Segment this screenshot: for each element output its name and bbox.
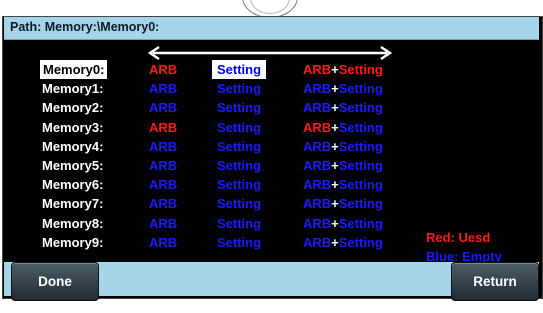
combo-plus-label: + <box>331 138 339 154</box>
combo-setting-label: Setting <box>338 177 383 193</box>
memory-row[interactable]: Memory3: ARB Setting ARB+Setting <box>0 118 543 137</box>
done-button[interactable]: Done <box>11 262 99 301</box>
combo-plus-label: + <box>331 196 339 212</box>
combo-plus-label: + <box>331 100 339 116</box>
memory-name[interactable]: Memory7: <box>42 194 103 213</box>
setting-option[interactable]: Setting <box>217 214 261 233</box>
combo-plus-label: + <box>331 158 339 173</box>
arb-option[interactable]: ARB <box>149 233 177 252</box>
arb-option[interactable]: ARB <box>149 175 177 194</box>
arb-setting-option[interactable]: ARB+Setting <box>303 98 383 117</box>
arb-setting-option[interactable]: ARB+Setting <box>303 214 383 233</box>
memory-row[interactable]: Memory1: ARB Setting ARB+Setting <box>0 79 543 98</box>
memory-row[interactable]: Memory5: ARB Setting ARB+Setting <box>0 156 543 175</box>
setting-option[interactable]: Setting <box>217 233 261 252</box>
setting-option[interactable]: Setting <box>217 156 261 175</box>
combo-arb-label: ARB <box>303 196 332 212</box>
memory-name[interactable]: Memory1: <box>42 79 103 98</box>
combo-setting-label: Setting <box>338 62 383 77</box>
memory-name[interactable]: Memory8: <box>42 214 103 233</box>
arb-setting-option[interactable]: ARB+Setting <box>303 79 383 98</box>
memory-row[interactable]: Memory2: ARB Setting ARB+Setting <box>0 98 543 117</box>
legend-used: Red: Uesd <box>426 230 491 245</box>
combo-arb-label: ARB <box>303 177 332 193</box>
arb-option[interactable]: ARB <box>149 137 177 156</box>
arb-option[interactable]: ARB <box>149 118 177 137</box>
setting-option[interactable]: Setting <box>217 137 261 156</box>
combo-arb-label: ARB <box>303 215 332 231</box>
combo-plus-label: + <box>331 119 339 135</box>
arb-option[interactable]: ARB <box>149 156 177 175</box>
combo-setting-label: Setting <box>338 215 383 231</box>
memory-name[interactable]: Memory6: <box>42 175 103 194</box>
memory-row[interactable]: Memory7: ARB Setting ARB+Setting <box>0 194 543 213</box>
arb-setting-option[interactable]: ARB+Setting <box>303 194 383 213</box>
combo-arb-label: ARB <box>303 234 332 250</box>
arb-setting-option[interactable]: ARB+Setting <box>303 118 383 137</box>
memory-name[interactable]: Memory5: <box>42 156 103 175</box>
combo-plus-label: + <box>331 62 339 77</box>
combo-setting-label: Setting <box>338 138 383 154</box>
setting-option[interactable]: Setting <box>217 175 261 194</box>
memory-name[interactable]: Memory0: <box>40 60 108 79</box>
setting-option[interactable]: Setting <box>217 194 261 213</box>
path-label: Path: Memory:\Memory0: <box>10 20 160 34</box>
arb-option[interactable]: ARB <box>149 194 177 213</box>
column-selector-arrow-icon <box>147 46 393 60</box>
combo-setting-label: Setting <box>338 158 383 173</box>
memory-row[interactable]: Memory0: ARB Setting ARB+Setting <box>0 60 543 79</box>
combo-plus-label: + <box>331 177 339 193</box>
combo-setting-label: Setting <box>338 119 383 135</box>
arb-setting-option[interactable]: ARB+Setting <box>303 156 383 175</box>
memory-name[interactable]: Memory2: <box>42 98 103 117</box>
arb-setting-option[interactable]: ARB+Setting <box>303 137 383 156</box>
arb-setting-option[interactable]: ARB+Setting <box>303 60 383 79</box>
arb-option[interactable]: ARB <box>149 98 177 117</box>
arb-option[interactable]: ARB <box>149 60 177 79</box>
combo-arb-label: ARB <box>303 62 332 77</box>
memory-name[interactable]: Memory4: <box>42 137 103 156</box>
combo-setting-label: Setting <box>338 81 383 97</box>
combo-plus-label: + <box>331 215 339 231</box>
memory-row[interactable]: Memory4: ARB Setting ARB+Setting <box>0 137 543 156</box>
memory-name[interactable]: Memory3: <box>42 118 103 137</box>
arb-option[interactable]: ARB <box>149 79 177 98</box>
return-button[interactable]: Return <box>451 262 539 301</box>
arb-option[interactable]: ARB <box>149 214 177 233</box>
combo-arb-label: ARB <box>303 81 332 97</box>
setting-option[interactable]: Setting <box>212 60 267 79</box>
combo-arb-label: ARB <box>303 119 332 135</box>
combo-arb-label: ARB <box>303 100 332 116</box>
combo-arb-label: ARB <box>303 158 332 173</box>
setting-option[interactable]: Setting <box>217 79 261 98</box>
path-bar: Path: Memory:\Memory0: <box>4 17 539 40</box>
combo-arb-label: ARB <box>303 138 332 154</box>
combo-setting-label: Setting <box>338 196 383 212</box>
arb-setting-option[interactable]: ARB+Setting <box>303 233 383 252</box>
combo-setting-label: Setting <box>338 234 383 250</box>
memory-row[interactable]: Memory6: ARB Setting ARB+Setting <box>0 175 543 194</box>
setting-option[interactable]: Setting <box>217 98 261 117</box>
arb-setting-option[interactable]: ARB+Setting <box>303 175 383 194</box>
combo-setting-label: Setting <box>338 100 383 116</box>
memory-name[interactable]: Memory9: <box>42 233 103 252</box>
combo-plus-label: + <box>331 81 339 97</box>
combo-plus-label: + <box>331 234 339 250</box>
setting-option[interactable]: Setting <box>217 118 261 137</box>
